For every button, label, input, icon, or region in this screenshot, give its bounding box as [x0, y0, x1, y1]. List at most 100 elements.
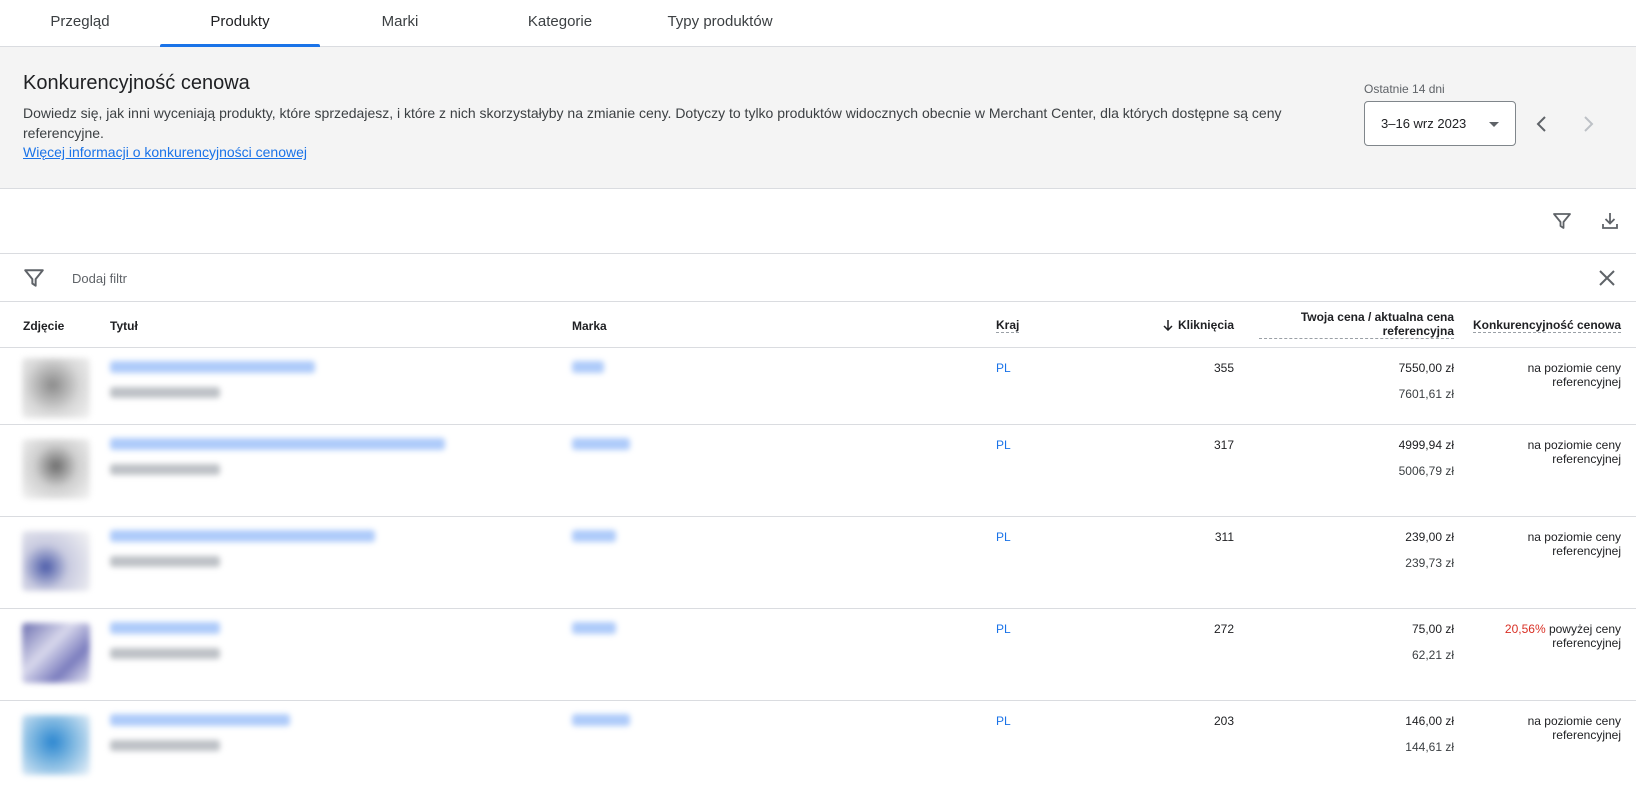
page-title: Konkurencyjność cenowa — [23, 72, 250, 94]
table-row[interactable]: PL 311 239,00 zł 239,73 zł na poziomie c… — [0, 517, 1636, 609]
column-header-price-line2: referencyjna — [1382, 324, 1454, 338]
clicks-value: 203 — [1213, 714, 1234, 728]
product-brand — [572, 361, 604, 373]
competitiveness-text-line2: referencyjnej — [1552, 375, 1621, 389]
column-header-price-line1: Twoja cena / aktualna cena — [1300, 310, 1454, 324]
product-image — [22, 531, 90, 591]
clicks-value: 317 — [1213, 438, 1234, 452]
competitiveness-status: na poziomie ceny referencyjnej — [1461, 361, 1621, 389]
competitiveness-text: na poziomie ceny — [1527, 714, 1621, 728]
clicks-value: 311 — [1214, 530, 1234, 544]
date-range-picker[interactable]: 3–16 wrz 2023 — [1364, 101, 1516, 146]
product-id — [110, 740, 220, 751]
column-header-competitiveness[interactable]: Konkurencyjność cenowa — [1472, 318, 1621, 333]
table-toolbar — [0, 189, 1636, 254]
column-header-image: Zdjęcie — [23, 319, 65, 333]
competitiveness-status: na poziomie ceny referencyjnej — [1461, 438, 1621, 466]
product-image — [22, 623, 90, 683]
add-filter-input[interactable] — [70, 266, 474, 290]
product-title-link[interactable] — [110, 530, 375, 542]
previous-period-button[interactable] — [1526, 109, 1556, 139]
filter-button[interactable] — [1550, 209, 1574, 233]
info-banner: Konkurencyjność cenowa Dowiedz się, jak … — [0, 47, 1636, 189]
chevron-left-icon — [1536, 116, 1546, 132]
product-image — [22, 439, 90, 499]
next-period-button[interactable] — [1574, 109, 1604, 139]
product-brand — [572, 714, 630, 726]
download-icon — [1602, 213, 1618, 229]
filter-icon — [24, 269, 44, 287]
table-header: Zdjęcie Tytuł Marka Kraj Kliknięcia Twoj… — [0, 302, 1636, 348]
dropdown-caret-icon — [1489, 122, 1499, 127]
country-link[interactable]: PL — [996, 438, 1011, 452]
competitiveness-text-line2: referencyjnej — [1552, 544, 1621, 558]
filter-icon — [1553, 213, 1571, 229]
page-description: Dowiedz się, jak inni wyceniają produkty… — [23, 105, 1282, 141]
reference-price: 239,73 zł — [1405, 556, 1454, 570]
arrow-down-icon — [1163, 320, 1173, 331]
product-title-link[interactable] — [110, 361, 315, 373]
competitiveness-percent: 20,56% — [1504, 622, 1546, 636]
country-link[interactable]: PL — [996, 714, 1011, 728]
reference-price: 7601,61 zł — [1398, 387, 1454, 401]
tab-overview[interactable]: Przegląd — [0, 0, 160, 46]
clicks-value: 272 — [1213, 622, 1234, 636]
learn-more-link[interactable]: Więcej informacji o konkurencyjności cen… — [23, 144, 307, 160]
reference-price: 5006,79 zł — [1398, 464, 1454, 478]
competitiveness-text: na poziomie ceny — [1527, 438, 1621, 452]
date-range-value: 3–16 wrz 2023 — [1381, 116, 1467, 131]
download-button[interactable] — [1598, 209, 1622, 233]
column-header-clicks-label: Kliknięcia — [1177, 318, 1234, 332]
product-title-link[interactable] — [110, 438, 445, 450]
product-brand — [572, 438, 630, 450]
competitiveness-text: powyżej ceny — [1545, 622, 1621, 636]
country-link[interactable]: PL — [996, 530, 1011, 544]
column-header-clicks[interactable]: Kliknięcia — [1162, 318, 1234, 332]
table-row[interactable]: PL 203 146,00 zł 144,61 zł na poziomie c… — [0, 701, 1636, 785]
competitiveness-text: na poziomie ceny — [1527, 530, 1621, 544]
product-id — [110, 556, 220, 567]
filter-bar — [0, 254, 1636, 302]
chevron-right-icon — [1584, 116, 1594, 132]
tab-bar: Przegląd Produkty Marki Kategorie Typy p… — [0, 0, 1636, 47]
competitiveness-status: na poziomie ceny referencyjnej — [1461, 714, 1621, 742]
competitiveness-status: 20,56% powyżej ceny referencyjnej — [1461, 622, 1621, 650]
column-header-price[interactable]: Twoja cena / aktualna cena referencyjna — [1259, 310, 1454, 339]
tab-categories[interactable]: Kategorie — [480, 0, 640, 46]
column-header-title[interactable]: Tytuł — [110, 319, 138, 333]
product-image — [22, 715, 90, 775]
table-row[interactable]: PL 272 75,00 zł 62,21 zł 20,56% powyżej … — [0, 609, 1636, 701]
country-link[interactable]: PL — [996, 361, 1011, 375]
close-icon[interactable] — [1596, 267, 1618, 289]
competitiveness-text-line2: referencyjnej — [1552, 452, 1621, 466]
your-price: 146,00 zł — [1405, 714, 1454, 728]
product-image — [22, 358, 90, 418]
tab-products[interactable]: Produkty — [160, 0, 320, 47]
competitiveness-status: na poziomie ceny referencyjnej — [1461, 530, 1621, 558]
table-row[interactable]: PL 317 4999,94 zł 5006,79 zł na poziomie… — [0, 425, 1636, 517]
your-price: 239,00 zł — [1405, 530, 1454, 544]
column-header-brand[interactable]: Marka — [572, 319, 607, 333]
clicks-value: 355 — [1213, 361, 1234, 375]
your-price: 4999,94 zł — [1398, 438, 1454, 452]
reference-price: 144,61 zł — [1405, 740, 1454, 754]
competitiveness-text: na poziomie ceny — [1527, 361, 1621, 375]
product-id — [110, 387, 220, 398]
product-title-link[interactable] — [110, 714, 290, 726]
period-label: Ostatnie 14 dni — [1364, 82, 1445, 96]
table-row[interactable]: PL 355 7550,00 zł 7601,61 zł na poziomie… — [0, 348, 1636, 425]
column-header-country[interactable]: Kraj — [996, 318, 1020, 333]
reference-price: 62,21 zł — [1411, 648, 1454, 662]
tab-product-types[interactable]: Typy produktów — [640, 0, 800, 46]
product-title-link[interactable] — [110, 622, 220, 634]
country-link[interactable]: PL — [996, 622, 1011, 636]
product-brand — [572, 622, 616, 634]
product-brand — [572, 530, 616, 542]
competitiveness-text-line2: referencyjnej — [1552, 728, 1621, 742]
your-price: 75,00 zł — [1411, 622, 1454, 636]
your-price: 7550,00 zł — [1398, 361, 1454, 375]
tab-brands[interactable]: Marki — [320, 0, 480, 46]
product-id — [110, 648, 220, 659]
product-id — [110, 464, 220, 475]
competitiveness-text-line2: referencyjnej — [1552, 636, 1621, 650]
